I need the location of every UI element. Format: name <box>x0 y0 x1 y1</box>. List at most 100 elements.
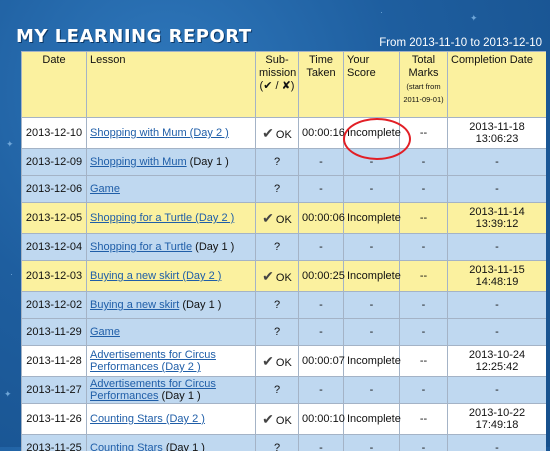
page-title: MY LEARNING REPORT <box>16 26 252 47</box>
time-taken-cell: - <box>299 292 344 319</box>
lesson-link[interactable]: Game <box>90 183 120 195</box>
total-marks-cell: -- <box>400 346 448 377</box>
report-table-container: Date Lesson Sub-mission (✔ / ✘) Time Tak… <box>21 51 546 451</box>
col-your-score: Your Score <box>344 52 400 118</box>
submission-cell: ? <box>256 176 299 203</box>
lesson-cell: Buying a new skirt (Day 1 ) <box>87 292 256 319</box>
background-star: ✦ <box>4 390 12 399</box>
completion-date-cell: 2013-10-24 12:25:42 <box>448 346 547 377</box>
table-row: 2013-12-06Game?---- <box>22 176 547 203</box>
time-taken-cell: - <box>299 234 344 261</box>
report-header: MY LEARNING REPORT From 2013-11-10 to 20… <box>0 0 550 50</box>
lesson-link[interactable]: Shopping for a Turtle (Day 2 ) <box>90 212 234 224</box>
lesson-link[interactable]: Shopping with Mum (Day 2 ) <box>90 127 229 139</box>
lesson-cell: Counting Stars (Day 2 ) <box>87 404 256 435</box>
total-marks-cell: -- <box>400 203 448 234</box>
date-cell: 2013-12-03 <box>22 261 87 292</box>
submission-cell: ✔OK <box>256 404 299 435</box>
date-cell: 2013-11-26 <box>22 404 87 435</box>
date-cell: 2013-11-29 <box>22 319 87 346</box>
table-body: 2013-12-10Shopping with Mum (Day 2 )✔OK0… <box>22 118 547 451</box>
time-taken-cell: 00:00:10 <box>299 404 344 435</box>
total-marks-cell: - <box>400 319 448 346</box>
checkmark-icon: ✔ <box>262 411 274 427</box>
lesson-day-label: (Day 1 ) <box>158 390 200 402</box>
submission-cell: ✔OK <box>256 203 299 234</box>
lesson-day-label: (Day 1 ) <box>192 241 234 253</box>
table-row: 2013-11-26Counting Stars (Day 2 ) ✔OK00:0… <box>22 404 547 435</box>
submission-cell: ? <box>256 234 299 261</box>
lesson-cell: Shopping for a Turtle (Day 1 ) <box>87 234 256 261</box>
total-marks-cell: - <box>400 435 448 451</box>
date-cell: 2013-12-10 <box>22 118 87 149</box>
completion-date-cell: - <box>448 149 547 176</box>
time-taken-cell: 00:00:06 <box>299 203 344 234</box>
completion-date-cell: 2013-11-18 13:06:23 <box>448 118 547 149</box>
date-cell: 2013-12-06 <box>22 176 87 203</box>
date-range: From 2013-11-10 to 2013-12-10 <box>379 37 542 49</box>
total-marks-cell: - <box>400 149 448 176</box>
col-total-marks: Total Marks (start from 2011-09-01) <box>400 52 448 118</box>
lesson-cell: Shopping with Mum (Day 1 ) <box>87 149 256 176</box>
total-marks-cell: - <box>400 234 448 261</box>
learning-report-table: Date Lesson Sub-mission (✔ / ✘) Time Tak… <box>21 51 546 451</box>
time-taken-cell: - <box>299 176 344 203</box>
submission-status: OK <box>276 357 292 369</box>
submission-cell: ✔OK <box>256 261 299 292</box>
col-submission-label: Sub-mission <box>259 54 296 79</box>
submission-cell: ? <box>256 292 299 319</box>
background-star: · <box>10 270 13 279</box>
submission-cell: ✔OK <box>256 118 299 149</box>
lesson-cell: Shopping for a Turtle (Day 2 ) <box>87 203 256 234</box>
table-row: 2013-12-03Buying a new skirt (Day 2 ) ✔OK… <box>22 261 547 292</box>
col-total-marks-label: Total Marks <box>409 54 439 79</box>
time-taken-cell: - <box>299 149 344 176</box>
checkmark-icon: ✔ <box>262 210 274 226</box>
lesson-link[interactable]: Buying a new skirt <box>90 299 179 311</box>
submission-cell: ? <box>256 377 299 404</box>
completion-date-cell: 2013-10-22 17:49:18 <box>448 404 547 435</box>
submission-cell: ? <box>256 149 299 176</box>
col-total-marks-note: (start from 2011-09-01) <box>403 82 443 104</box>
table-row: 2013-12-05Shopping for a Turtle (Day 2 )… <box>22 203 547 234</box>
lesson-link[interactable]: Game <box>90 326 120 338</box>
completion-date-cell: - <box>448 176 547 203</box>
date-cell: 2013-12-02 <box>22 292 87 319</box>
lesson-link[interactable]: Advertisements for Circus Performances (… <box>90 349 216 373</box>
col-completion-date: Completion Date <box>448 52 547 118</box>
table-header-row: Date Lesson Sub-mission (✔ / ✘) Time Tak… <box>22 52 547 118</box>
lesson-cell: Counting Stars (Day 1 ) <box>87 435 256 451</box>
lesson-link[interactable]: Shopping for a Turtle <box>90 241 192 253</box>
date-cell: 2013-12-09 <box>22 149 87 176</box>
time-taken-cell: - <box>299 435 344 451</box>
score-cell: Incomplete <box>344 261 400 292</box>
completion-date-cell: - <box>448 234 547 261</box>
col-submission-legend: (✔ / ✘) <box>260 80 295 92</box>
completion-date-cell: 2013-11-15 14:48:19 <box>448 261 547 292</box>
background-star: ✦ <box>6 140 14 149</box>
completion-date-cell: - <box>448 292 547 319</box>
table-row: 2013-11-28Advertisements for Circus Perf… <box>22 346 547 377</box>
lesson-cell: Game <box>87 319 256 346</box>
lesson-day-label: (Day 1 ) <box>179 299 221 311</box>
total-marks-cell: - <box>400 292 448 319</box>
score-cell: Incomplete <box>344 346 400 377</box>
table-row: 2013-11-25Counting Stars (Day 1 )?---- <box>22 435 547 451</box>
score-cell: Incomplete <box>344 203 400 234</box>
lesson-link[interactable]: Counting Stars (Day 2 ) <box>90 413 205 425</box>
table-row: 2013-11-29Game?---- <box>22 319 547 346</box>
time-taken-cell: - <box>299 377 344 404</box>
completion-date-cell: - <box>448 319 547 346</box>
score-cell: - <box>344 377 400 404</box>
table-row: 2013-12-09Shopping with Mum (Day 1 )?---… <box>22 149 547 176</box>
score-cell: - <box>344 176 400 203</box>
time-taken-cell: 00:00:25 <box>299 261 344 292</box>
date-cell: 2013-12-05 <box>22 203 87 234</box>
lesson-link[interactable]: Shopping with Mum <box>90 156 187 168</box>
score-cell: - <box>344 435 400 451</box>
time-taken-cell: 00:00:16 <box>299 118 344 149</box>
checkmark-icon: ✔ <box>262 268 274 284</box>
total-marks-cell: - <box>400 176 448 203</box>
lesson-cell: Advertisements for Circus Performances (… <box>87 346 256 377</box>
lesson-link[interactable]: Buying a new skirt (Day 2 ) <box>90 270 221 282</box>
